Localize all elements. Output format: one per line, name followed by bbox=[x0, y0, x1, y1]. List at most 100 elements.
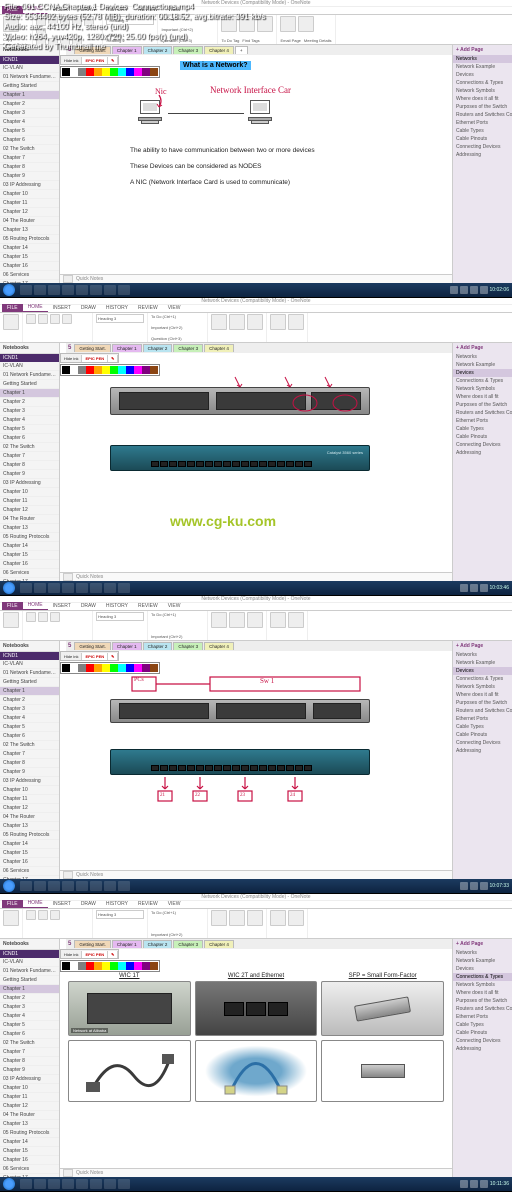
color-palette[interactable] bbox=[60, 960, 160, 972]
page-tab[interactable]: Network Symbols bbox=[453, 385, 512, 393]
nav-item[interactable]: Chapter 2 bbox=[0, 100, 59, 109]
notebook-current[interactable]: ICND1 bbox=[0, 56, 59, 64]
page-tab[interactable]: Purposes of the Switch bbox=[453, 699, 512, 707]
color-swatch[interactable] bbox=[70, 962, 78, 970]
color-swatch[interactable] bbox=[134, 366, 142, 374]
pen-pencil-icon[interactable]: ✎ bbox=[108, 57, 118, 64]
page-tab[interactable]: Routers and Switches Combined bbox=[453, 707, 512, 715]
pen-tab-epic[interactable]: EPIC PEN bbox=[82, 57, 108, 64]
nav-item[interactable]: Chapter 9 bbox=[0, 172, 59, 181]
page-tab[interactable]: Devices bbox=[453, 71, 512, 79]
paste-icon[interactable] bbox=[3, 314, 19, 330]
nav-item[interactable]: Chapter 4 bbox=[0, 1012, 59, 1021]
page-tab[interactable]: Connections & Types bbox=[453, 675, 512, 683]
page-tab[interactable]: Ethernet Ports bbox=[453, 119, 512, 127]
nav-item[interactable]: 04 The Router bbox=[0, 1111, 59, 1120]
nav-item[interactable]: IC-VLAN bbox=[0, 958, 59, 967]
color-swatch[interactable] bbox=[78, 664, 86, 672]
task-icon[interactable] bbox=[118, 285, 130, 295]
page-tab[interactable]: Network Symbols bbox=[453, 87, 512, 95]
nav-item[interactable]: Chapter 16 bbox=[0, 858, 59, 867]
nav-item[interactable]: Chapter 6 bbox=[0, 732, 59, 741]
nav-item[interactable]: 06 Services bbox=[0, 569, 59, 578]
page-tab[interactable]: Cable Pinouts bbox=[453, 433, 512, 441]
nav-item[interactable]: 01 Network Fundamentals bbox=[0, 73, 59, 82]
nav-item[interactable]: Chapter 13 bbox=[0, 524, 59, 533]
nav-item[interactable]: 03 IP Addressing bbox=[0, 181, 59, 190]
color-swatch[interactable] bbox=[150, 68, 158, 76]
nav-item[interactable]: Chapter 10 bbox=[0, 488, 59, 497]
color-swatch[interactable] bbox=[134, 962, 142, 970]
page-tab[interactable]: Purposes of the Switch bbox=[453, 401, 512, 409]
nav-item[interactable]: Chapter 3 bbox=[0, 109, 59, 118]
color-swatch[interactable] bbox=[142, 664, 150, 672]
nav-item[interactable]: Chapter 5 bbox=[0, 1021, 59, 1030]
add-page-button[interactable]: + Add Page bbox=[453, 45, 512, 55]
color-swatch[interactable] bbox=[94, 366, 102, 374]
page-tabs-pane[interactable]: + Add Page NetworksNetwork ExampleDevice… bbox=[452, 343, 512, 581]
page-tab[interactable]: Cable Pinouts bbox=[453, 135, 512, 143]
epic-pen-toolbar[interactable]: Hide inkEPIC PEN✎ bbox=[60, 353, 119, 363]
color-swatch[interactable] bbox=[62, 366, 70, 374]
page-tab[interactable]: Cable Types bbox=[453, 1021, 512, 1029]
color-swatch[interactable] bbox=[142, 366, 150, 374]
quick-notes-bar[interactable]: Quick Notes bbox=[60, 572, 452, 581]
page-tab[interactable]: Ethernet Ports bbox=[453, 417, 512, 425]
page-tab[interactable]: Cable Pinouts bbox=[453, 1029, 512, 1037]
page-tabs-pane[interactable]: + Add Page NetworksNetwork ExampleDevice… bbox=[452, 45, 512, 283]
nav-item[interactable]: Chapter 14 bbox=[0, 542, 59, 551]
nav-item[interactable]: 03 IP Addressing bbox=[0, 1075, 59, 1084]
page-tab[interactable]: Devices bbox=[453, 369, 512, 377]
nav-item[interactable]: Chapter 2 bbox=[0, 994, 59, 1003]
nav-item[interactable]: 06 Services bbox=[0, 1165, 59, 1174]
nav-item[interactable]: Chapter 4 bbox=[0, 714, 59, 723]
nav-item[interactable]: Chapter 13 bbox=[0, 822, 59, 831]
color-swatch[interactable] bbox=[94, 68, 102, 76]
quick-notes-bar[interactable]: Quick Notes bbox=[60, 274, 452, 283]
page-tab[interactable]: Cable Pinouts bbox=[453, 731, 512, 739]
color-swatch[interactable] bbox=[142, 68, 150, 76]
nav-item[interactable]: Chapter 5 bbox=[0, 127, 59, 136]
color-swatch[interactable] bbox=[86, 68, 94, 76]
nav-item[interactable]: 06 Services bbox=[0, 867, 59, 876]
task-icon[interactable] bbox=[90, 285, 102, 295]
nav-item[interactable]: Chapter 1 bbox=[0, 687, 59, 696]
color-swatch[interactable] bbox=[102, 366, 110, 374]
page-canvas[interactable]: Hide inkEPIC PEN✎ WIC 1T Network at Alib… bbox=[60, 949, 452, 1168]
page-tab[interactable]: Routers and Switches Combined bbox=[453, 111, 512, 119]
color-swatch[interactable] bbox=[118, 366, 126, 374]
task-icon[interactable] bbox=[34, 285, 46, 295]
nav-item[interactable]: Chapter 3 bbox=[0, 1003, 59, 1012]
nav-item[interactable]: 01 Network Fundamentals bbox=[0, 967, 59, 976]
color-swatch[interactable] bbox=[134, 68, 142, 76]
color-swatch[interactable] bbox=[110, 664, 118, 672]
nav-item[interactable]: Chapter 3 bbox=[0, 407, 59, 416]
color-swatch[interactable] bbox=[70, 664, 78, 672]
color-swatch[interactable] bbox=[102, 962, 110, 970]
nav-item[interactable]: Getting Started bbox=[0, 678, 59, 687]
page-tab[interactable]: Network Symbols bbox=[453, 683, 512, 691]
color-swatch[interactable] bbox=[94, 962, 102, 970]
nav-item[interactable]: 04 The Router bbox=[0, 813, 59, 822]
nav-item[interactable]: Chapter 10 bbox=[0, 1084, 59, 1093]
nav-item[interactable]: Getting Started bbox=[0, 82, 59, 91]
nav-item[interactable]: Chapter 10 bbox=[0, 190, 59, 199]
nav-item[interactable]: 02 The Switch bbox=[0, 443, 59, 452]
nav-item[interactable]: Chapter 15 bbox=[0, 551, 59, 560]
color-swatch[interactable] bbox=[86, 962, 94, 970]
color-palette[interactable] bbox=[60, 662, 160, 674]
system-tray[interactable]: 10:02:06 bbox=[450, 286, 509, 294]
color-swatch[interactable] bbox=[110, 366, 118, 374]
page-canvas[interactable]: Hide inkEPIC PEN✎ PCs Sw 1 bbox=[60, 651, 452, 870]
nav-item[interactable]: Chapter 16 bbox=[0, 560, 59, 569]
nav-item[interactable]: Chapter 6 bbox=[0, 136, 59, 145]
page-canvas[interactable]: Hide inkEPIC PEN✎ bbox=[60, 353, 452, 572]
color-swatch[interactable] bbox=[102, 664, 110, 672]
page-tab[interactable]: Connecting Devices bbox=[453, 739, 512, 747]
nav-item[interactable]: Chapter 1 bbox=[0, 389, 59, 398]
color-swatch[interactable] bbox=[62, 664, 70, 672]
page-tab[interactable]: Addressing bbox=[453, 1045, 512, 1053]
epic-pen-toolbar[interactable]: Hide inkEPIC PEN✎ bbox=[60, 651, 119, 661]
email-icon[interactable] bbox=[280, 16, 296, 32]
nav-item[interactable]: 06 Services bbox=[0, 271, 59, 280]
